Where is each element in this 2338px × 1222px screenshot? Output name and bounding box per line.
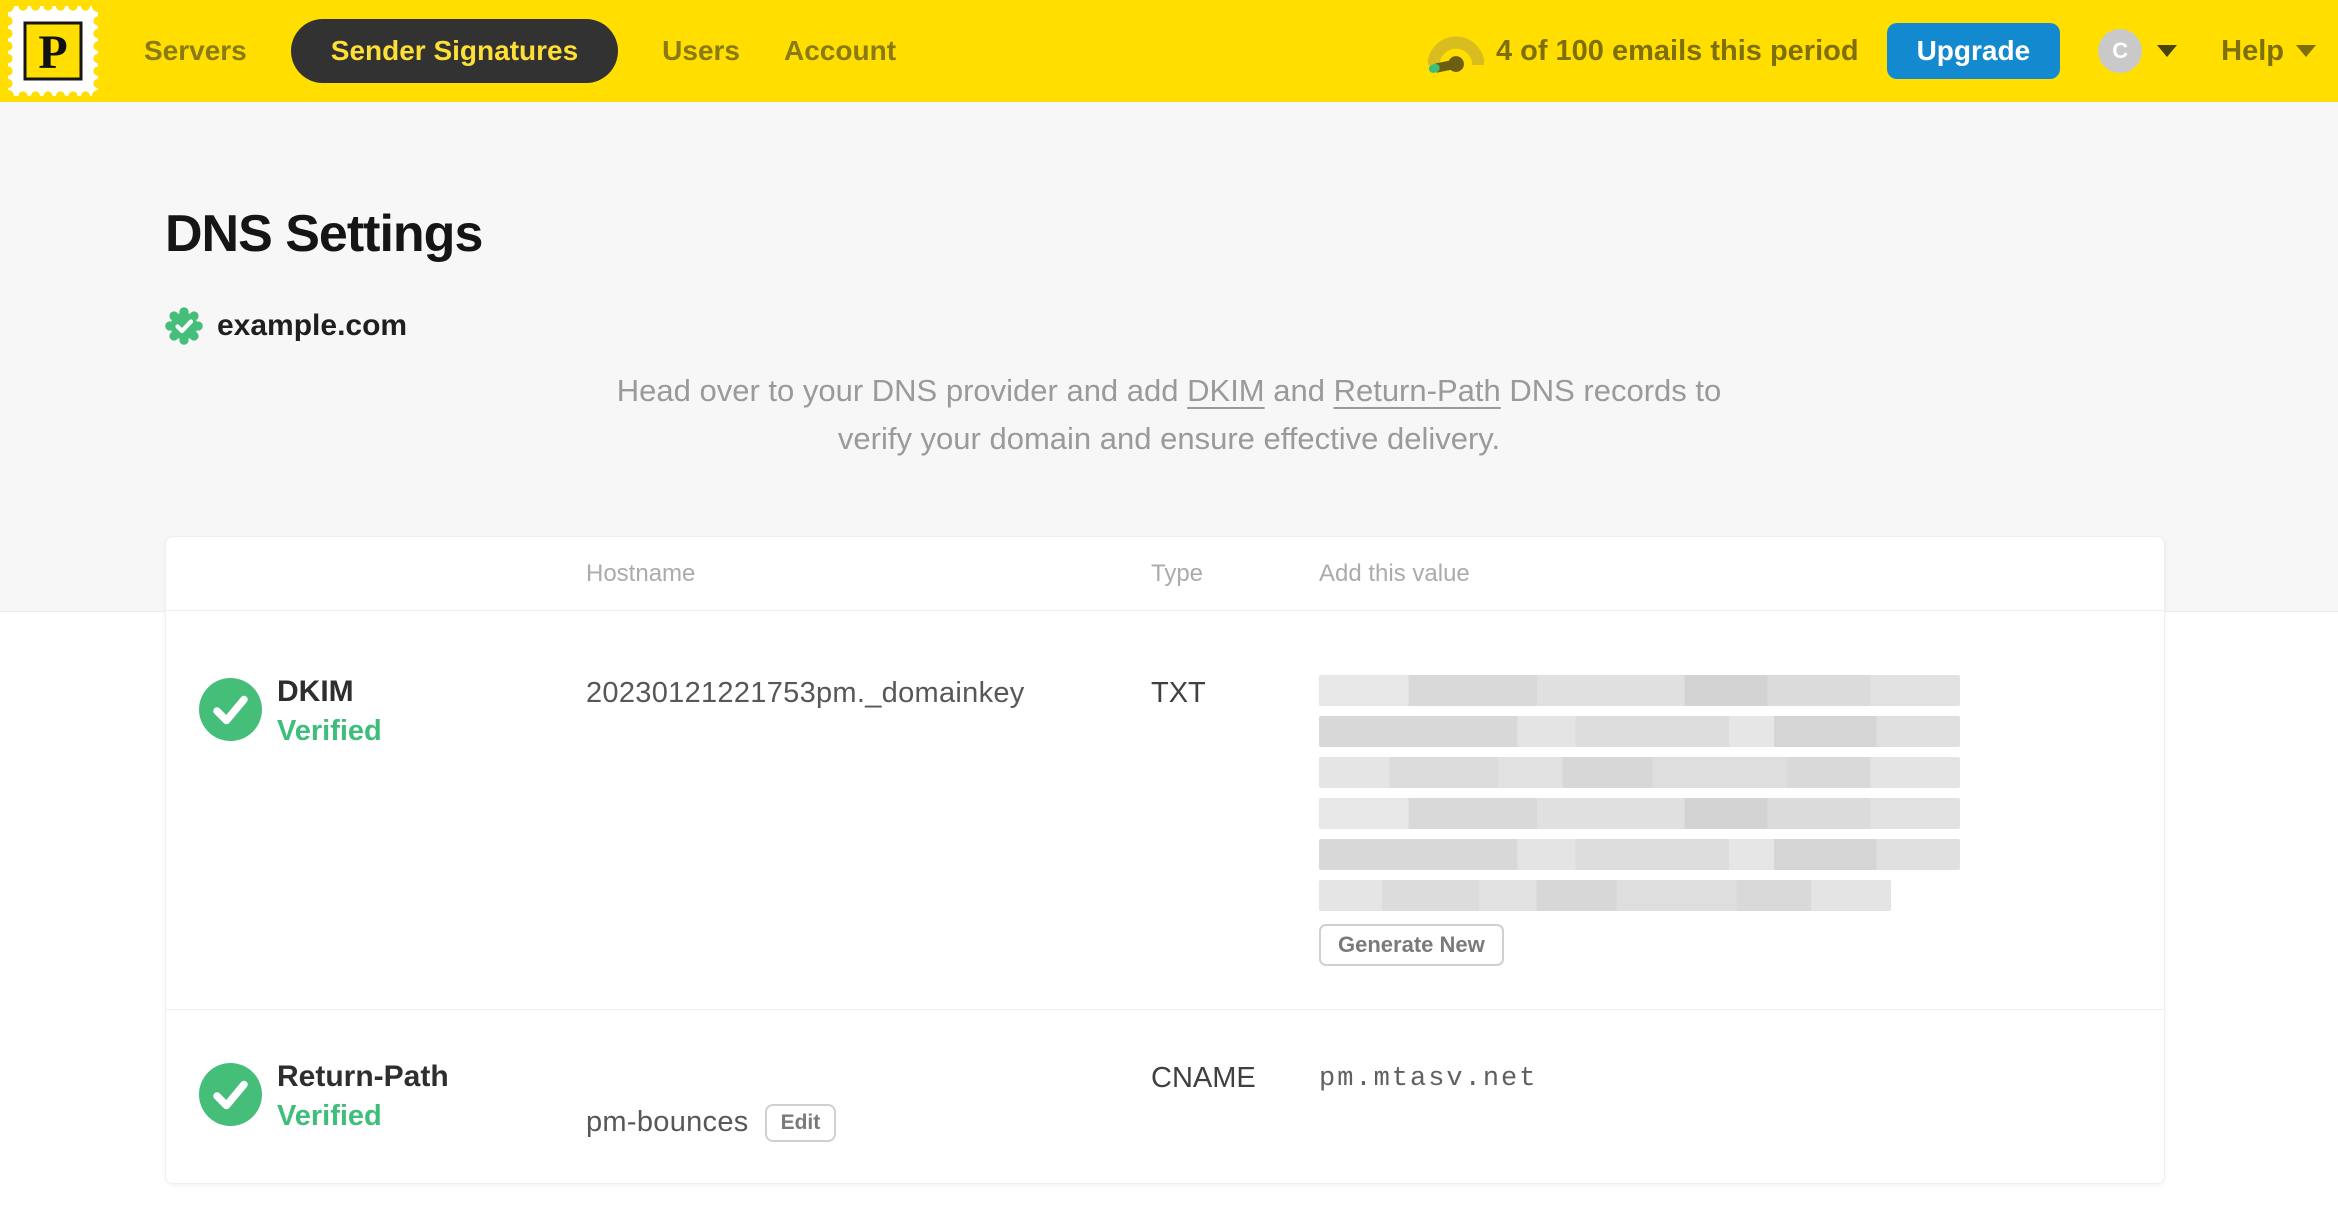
return-path-link[interactable]: Return-Path bbox=[1334, 373, 1501, 408]
edit-button[interactable]: Edit bbox=[764, 1103, 837, 1142]
help-label: Help bbox=[2221, 34, 2284, 67]
dns-records-card: Hostname Type Add this value DKIM Verifi… bbox=[165, 536, 2165, 1184]
page-title: DNS Settings bbox=[165, 205, 483, 263]
upgrade-button[interactable]: Upgrade bbox=[1886, 23, 2061, 79]
dkim-record-type: TXT bbox=[1151, 677, 1206, 709]
record-name: Return-Path bbox=[277, 1060, 449, 1093]
record-name: DKIM bbox=[277, 675, 354, 708]
topbar-right-group: 4 of 100 emails this period Upgrade C He… bbox=[1427, 23, 2316, 79]
avatar[interactable]: C bbox=[2098, 29, 2143, 73]
account-menu-button[interactable]: C bbox=[2098, 29, 2178, 73]
instructions-text: verify your domain and ensure effective … bbox=[837, 421, 1501, 456]
column-header-hostname: Hostname bbox=[586, 559, 696, 587]
redacted-value-bar bbox=[1319, 880, 1891, 911]
gauge-icon bbox=[1427, 36, 1484, 73]
nav-item-sender-signatures-active[interactable]: Sender Signatures bbox=[290, 19, 619, 83]
dkim-status-cell: DKIM Verified bbox=[166, 675, 586, 966]
table-header-row: Hostname Type Add this value bbox=[166, 537, 2164, 611]
instructions-text: and bbox=[1264, 373, 1334, 408]
redacted-value-bar bbox=[1319, 675, 1960, 706]
return-path-hostname: pm-bounces bbox=[586, 1106, 749, 1138]
domain-name: example.com bbox=[217, 309, 408, 342]
verified-check-icon bbox=[199, 1063, 262, 1126]
chevron-down-icon bbox=[2157, 45, 2178, 57]
table-row-return-path: Return-Path Verified pm-bounces Edit CNA… bbox=[166, 1010, 2164, 1183]
redacted-value-bar bbox=[1319, 839, 1960, 870]
nav-item-account[interactable]: Account bbox=[784, 35, 896, 67]
verified-badge-icon bbox=[165, 307, 203, 345]
column-header-add-this-value: Add this value bbox=[1319, 559, 1470, 587]
column-header-type: Type bbox=[1151, 559, 1204, 587]
generate-new-button[interactable]: Generate New bbox=[1319, 924, 1504, 966]
return-path-value: pm.mtasv.net bbox=[1319, 1064, 1538, 1094]
usage-meter: 4 of 100 emails this period bbox=[1427, 29, 1859, 73]
return-path-status-cell: Return-Path Verified bbox=[166, 1060, 586, 1183]
dkim-hostname: 20230121221753pm._domainkey bbox=[586, 677, 1025, 709]
dkim-link[interactable]: DKIM bbox=[1187, 373, 1265, 408]
main-nav: Servers Sender Signatures Users Account bbox=[144, 19, 896, 83]
nav-item-users[interactable]: Users bbox=[662, 35, 740, 67]
return-path-record-type: CNAME bbox=[1151, 1062, 1256, 1094]
instructions-text: Head over to your DNS provider and add bbox=[616, 373, 1188, 408]
usage-text: 4 of 100 emails this period bbox=[1495, 34, 1859, 67]
help-menu-button[interactable]: Help bbox=[2221, 35, 2316, 68]
dns-instructions: Head over to your DNS provider and add D… bbox=[0, 367, 2338, 463]
return-path-hostname-cell: pm-bounces Edit bbox=[586, 1060, 1151, 1183]
postmark-logo[interactable]: P bbox=[8, 6, 98, 96]
domain-row: example.com bbox=[165, 307, 2338, 345]
nav-item-servers[interactable]: Servers bbox=[144, 35, 247, 67]
logo-letter: P bbox=[38, 26, 67, 79]
top-navigation-bar: P Servers Sender Signatures Users Accoun… bbox=[0, 0, 2338, 102]
verified-check-icon bbox=[199, 678, 262, 741]
table-row-dkim: DKIM Verified 20230121221753pm._domainke… bbox=[166, 611, 2164, 1010]
redacted-value-block bbox=[1319, 675, 2164, 911]
status-badge: Verified bbox=[277, 1100, 382, 1132]
dkim-value-cell: Generate New bbox=[1319, 675, 2164, 966]
redacted-value-bar bbox=[1319, 716, 1960, 747]
redacted-value-bar bbox=[1319, 757, 1960, 788]
instructions-text: DNS records to bbox=[1500, 373, 1722, 408]
redacted-value-bar bbox=[1319, 798, 1960, 829]
status-badge: Verified bbox=[277, 715, 382, 747]
chevron-down-icon bbox=[2296, 45, 2316, 57]
